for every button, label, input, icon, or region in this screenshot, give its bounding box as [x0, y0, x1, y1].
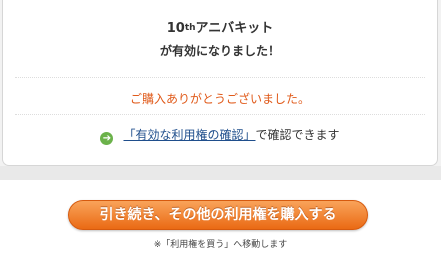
confirm-row: ➔ 「有効な利用権の確認」で確認できます [3, 126, 437, 145]
buy-more-button[interactable]: 引き続き、その他の利用権を購入する [68, 200, 368, 230]
activation-message: が有効になりました！ [159, 44, 280, 58]
divider [15, 114, 425, 115]
redirect-note: ※「利用権を買う」へ移動します [153, 240, 288, 250]
product-title-name: アニバキット [195, 21, 274, 36]
product-title-number: 10 [166, 21, 185, 36]
product-title-ordinal: th [184, 23, 196, 33]
product-title: 10thアニバキット [3, 17, 437, 36]
confirmation-card: 10thアニバキット が有効になりました！ ご購入ありがとうございました。 ➔ 「… [2, 0, 438, 166]
confirm-suffix: で確認できます [255, 128, 340, 142]
separator-band [0, 166, 441, 180]
thank-you-message: ご購入ありがとうございました。 [129, 92, 310, 106]
valid-rights-link[interactable]: 「有効な利用権の確認」 [123, 128, 255, 142]
arrow-right-icon: ➔ [100, 132, 114, 145]
divider [15, 77, 425, 78]
